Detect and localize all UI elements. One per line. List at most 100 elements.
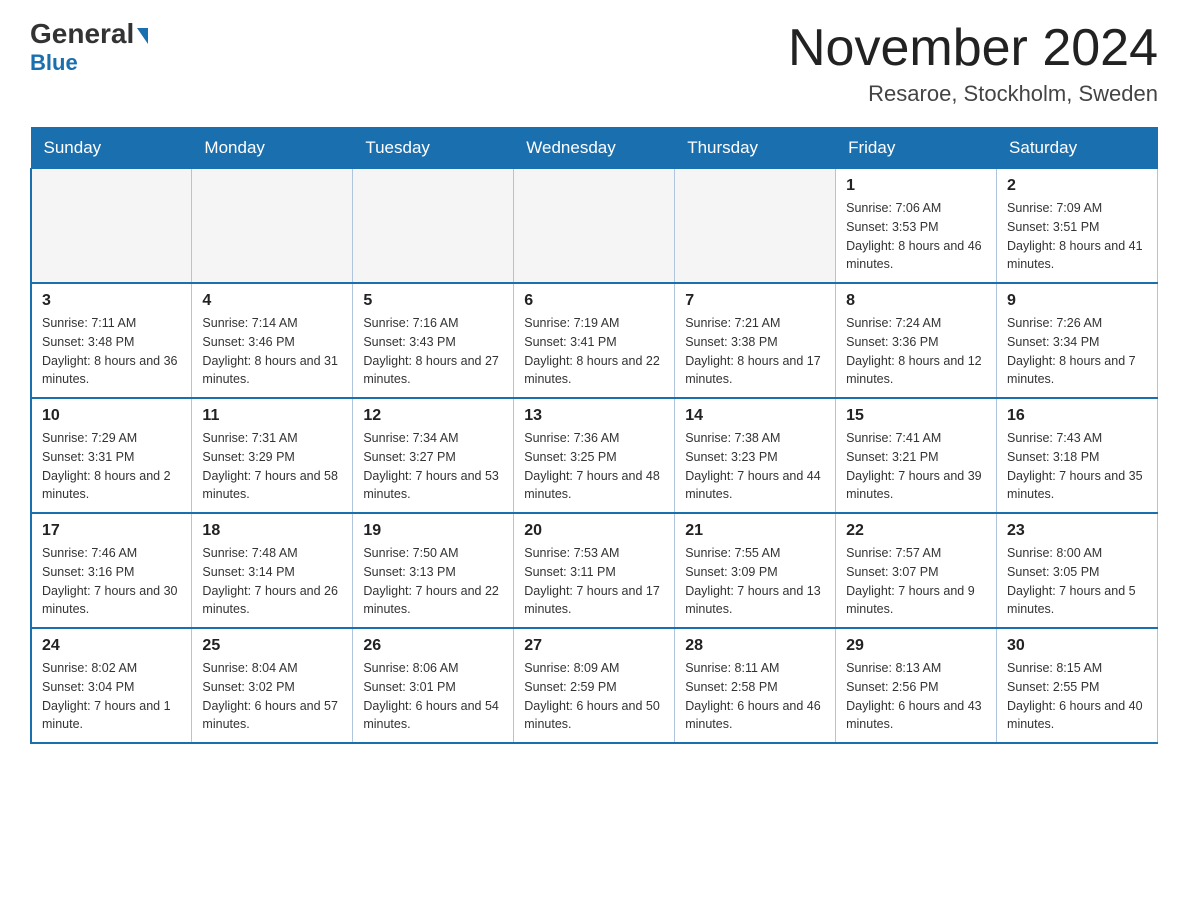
calendar-cell: 2 Sunrise: 7:09 AM Sunset: 3:51 PM Daylig… — [997, 169, 1158, 284]
logo-main-text: General — [30, 20, 148, 48]
day-info: Sunrise: 7:50 AM Sunset: 3:13 PM Dayligh… — [363, 544, 503, 619]
calendar-cell: 3Sunrise: 7:11 AM Sunset: 3:48 PM Daylig… — [31, 283, 192, 398]
day-number: 29 — [846, 637, 986, 655]
col-saturday: Saturday — [997, 128, 1158, 169]
day-info: Sunrise: 8:11 AM Sunset: 2:58 PM Dayligh… — [685, 659, 825, 734]
day-number: 21 — [685, 522, 825, 540]
calendar-cell: 28 Sunrise: 8:11 AM Sunset: 2:58 PM Dayli… — [675, 628, 836, 743]
calendar-row-2: 10 Sunrise: 7:29 AM Sunset: 3:31 PM Dayli… — [31, 398, 1158, 513]
col-wednesday: Wednesday — [514, 128, 675, 169]
calendar-cell: 21 Sunrise: 7:55 AM Sunset: 3:09 PM Dayli… — [675, 513, 836, 628]
day-number: 11 — [202, 407, 342, 425]
col-sunday: Sunday — [31, 128, 192, 169]
calendar-cell: 8Sunrise: 7:24 AM Sunset: 3:36 PM Daylig… — [836, 283, 997, 398]
day-info: Sunrise: 7:43 AM Sunset: 3:18 PM Dayligh… — [1007, 429, 1147, 504]
day-number: 2 — [1007, 177, 1147, 195]
calendar-cell: 5 Sunrise: 7:16 AM Sunset: 3:43 PM Daylig… — [353, 283, 514, 398]
calendar-cell: 24 Sunrise: 8:02 AM Sunset: 3:04 PM Dayli… — [31, 628, 192, 743]
day-info: Sunrise: 7:57 AM Sunset: 3:07 PM Dayligh… — [846, 544, 986, 619]
day-number: 18 — [202, 522, 342, 540]
calendar-cell: 1Sunrise: 7:06 AM Sunset: 3:53 PM Daylig… — [836, 169, 997, 284]
calendar-cell: 19 Sunrise: 7:50 AM Sunset: 3:13 PM Dayli… — [353, 513, 514, 628]
title-area: November 2024 Resaroe, Stockholm, Sweden — [788, 20, 1158, 107]
day-number: 6 — [524, 292, 664, 310]
day-info: Sunrise: 7:41 AM Sunset: 3:21 PM Dayligh… — [846, 429, 986, 504]
day-number: 3 — [42, 292, 181, 310]
day-number: 20 — [524, 522, 664, 540]
calendar-cell — [675, 169, 836, 284]
calendar-cell: 11 Sunrise: 7:31 AM Sunset: 3:29 PM Dayli… — [192, 398, 353, 513]
calendar-cell — [31, 169, 192, 284]
calendar-cell: 7 Sunrise: 7:21 AM Sunset: 3:38 PM Daylig… — [675, 283, 836, 398]
calendar-cell: 4 Sunrise: 7:14 AM Sunset: 3:46 PM Daylig… — [192, 283, 353, 398]
calendar-row-1: 3Sunrise: 7:11 AM Sunset: 3:48 PM Daylig… — [31, 283, 1158, 398]
day-number: 4 — [202, 292, 342, 310]
logo-triangle-icon — [137, 28, 148, 44]
day-info: Sunrise: 7:29 AM Sunset: 3:31 PM Dayligh… — [42, 429, 181, 504]
day-number: 14 — [685, 407, 825, 425]
calendar-cell: 22Sunrise: 7:57 AM Sunset: 3:07 PM Dayli… — [836, 513, 997, 628]
calendar-cell: 12 Sunrise: 7:34 AM Sunset: 3:27 PM Dayli… — [353, 398, 514, 513]
calendar-cell — [192, 169, 353, 284]
day-number: 16 — [1007, 407, 1147, 425]
day-number: 30 — [1007, 637, 1147, 655]
day-number: 26 — [363, 637, 503, 655]
day-number: 7 — [685, 292, 825, 310]
day-info: Sunrise: 7:36 AM Sunset: 3:25 PM Dayligh… — [524, 429, 664, 504]
day-number: 8 — [846, 292, 986, 310]
day-info: Sunrise: 7:34 AM Sunset: 3:27 PM Dayligh… — [363, 429, 503, 504]
day-number: 5 — [363, 292, 503, 310]
calendar-cell — [514, 169, 675, 284]
day-info: Sunrise: 7:55 AM Sunset: 3:09 PM Dayligh… — [685, 544, 825, 619]
col-tuesday: Tuesday — [353, 128, 514, 169]
col-monday: Monday — [192, 128, 353, 169]
calendar-row-3: 17Sunrise: 7:46 AM Sunset: 3:16 PM Dayli… — [31, 513, 1158, 628]
day-number: 10 — [42, 407, 181, 425]
calendar-body: 1Sunrise: 7:06 AM Sunset: 3:53 PM Daylig… — [31, 169, 1158, 744]
day-info: Sunrise: 8:06 AM Sunset: 3:01 PM Dayligh… — [363, 659, 503, 734]
day-number: 28 — [685, 637, 825, 655]
col-friday: Friday — [836, 128, 997, 169]
day-info: Sunrise: 7:31 AM Sunset: 3:29 PM Dayligh… — [202, 429, 342, 504]
day-number: 9 — [1007, 292, 1147, 310]
day-number: 1 — [846, 177, 986, 195]
calendar-cell: 23Sunrise: 8:00 AM Sunset: 3:05 PM Dayli… — [997, 513, 1158, 628]
calendar-cell: 10 Sunrise: 7:29 AM Sunset: 3:31 PM Dayli… — [31, 398, 192, 513]
calendar-cell: 6Sunrise: 7:19 AM Sunset: 3:41 PM Daylig… — [514, 283, 675, 398]
col-thursday: Thursday — [675, 128, 836, 169]
day-number: 17 — [42, 522, 181, 540]
day-info: Sunrise: 8:00 AM Sunset: 3:05 PM Dayligh… — [1007, 544, 1147, 619]
calendar-cell: 27 Sunrise: 8:09 AM Sunset: 2:59 PM Dayli… — [514, 628, 675, 743]
day-info: Sunrise: 8:09 AM Sunset: 2:59 PM Dayligh… — [524, 659, 664, 734]
day-info: Sunrise: 7:26 AM Sunset: 3:34 PM Dayligh… — [1007, 314, 1147, 389]
calendar-cell: 25Sunrise: 8:04 AM Sunset: 3:02 PM Dayli… — [192, 628, 353, 743]
day-info: Sunrise: 7:16 AM Sunset: 3:43 PM Dayligh… — [363, 314, 503, 389]
calendar-cell: 26 Sunrise: 8:06 AM Sunset: 3:01 PM Dayli… — [353, 628, 514, 743]
calendar-header: Sunday Monday Tuesday Wednesday Thursday… — [31, 128, 1158, 169]
day-number: 27 — [524, 637, 664, 655]
day-info: Sunrise: 7:09 AM Sunset: 3:51 PM Dayligh… — [1007, 199, 1147, 274]
calendar-cell: 14 Sunrise: 7:38 AM Sunset: 3:23 PM Dayli… — [675, 398, 836, 513]
day-info: Sunrise: 7:14 AM Sunset: 3:46 PM Dayligh… — [202, 314, 342, 389]
day-number: 19 — [363, 522, 503, 540]
day-number: 12 — [363, 407, 503, 425]
day-info: Sunrise: 8:04 AM Sunset: 3:02 PM Dayligh… — [202, 659, 342, 734]
calendar-cell: 16 Sunrise: 7:43 AM Sunset: 3:18 PM Dayli… — [997, 398, 1158, 513]
calendar-cell: 29Sunrise: 8:13 AM Sunset: 2:56 PM Dayli… — [836, 628, 997, 743]
calendar-cell: 9 Sunrise: 7:26 AM Sunset: 3:34 PM Daylig… — [997, 283, 1158, 398]
day-info: Sunrise: 8:15 AM Sunset: 2:55 PM Dayligh… — [1007, 659, 1147, 734]
page-header: General Blue November 2024 Resaroe, Stoc… — [30, 20, 1158, 107]
calendar-cell: 13Sunrise: 7:36 AM Sunset: 3:25 PM Dayli… — [514, 398, 675, 513]
calendar-table: Sunday Monday Tuesday Wednesday Thursday… — [30, 127, 1158, 744]
header-row: Sunday Monday Tuesday Wednesday Thursday… — [31, 128, 1158, 169]
day-info: Sunrise: 7:21 AM Sunset: 3:38 PM Dayligh… — [685, 314, 825, 389]
day-info: Sunrise: 7:38 AM Sunset: 3:23 PM Dayligh… — [685, 429, 825, 504]
calendar-row-4: 24 Sunrise: 8:02 AM Sunset: 3:04 PM Dayli… — [31, 628, 1158, 743]
location-text: Resaroe, Stockholm, Sweden — [788, 81, 1158, 107]
calendar-row-0: 1Sunrise: 7:06 AM Sunset: 3:53 PM Daylig… — [31, 169, 1158, 284]
calendar-cell — [353, 169, 514, 284]
day-info: Sunrise: 8:02 AM Sunset: 3:04 PM Dayligh… — [42, 659, 181, 734]
logo-blue-text: Blue — [30, 50, 78, 76]
day-number: 15 — [846, 407, 986, 425]
day-number: 24 — [42, 637, 181, 655]
